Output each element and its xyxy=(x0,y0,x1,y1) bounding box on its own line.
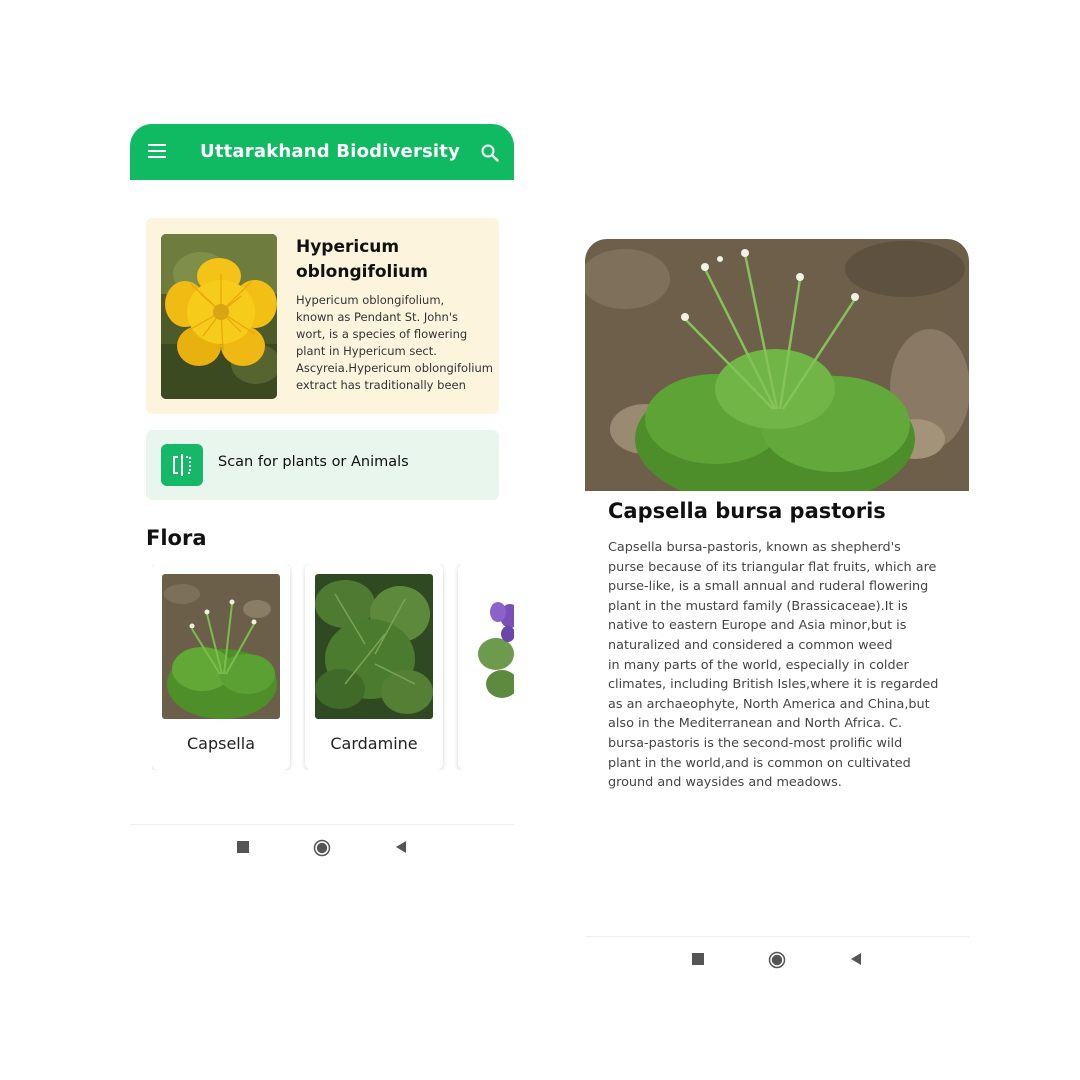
scan-icon xyxy=(161,444,203,486)
system-nav-bar xyxy=(130,824,514,870)
flora-section-title: Flora xyxy=(146,526,207,550)
detail-screen: Capsella bursa pastoris Capsella bursa-p… xyxy=(585,239,969,985)
flora-card-viola[interactable]: V xyxy=(458,564,514,770)
flora-card-capsella[interactable]: Capsella xyxy=(152,564,290,770)
capsella-photo xyxy=(162,574,280,719)
back-icon[interactable] xyxy=(393,839,409,855)
recent-apps-icon[interactable] xyxy=(235,839,251,855)
recent-apps-icon[interactable] xyxy=(690,951,706,967)
back-icon[interactable] xyxy=(848,951,864,967)
featured-species-card[interactable]: Hypericum oblongifolium Hypericum oblong… xyxy=(146,218,499,414)
app-bar: Uttarakhand Biodiversity xyxy=(130,124,514,180)
scan-button[interactable]: Scan for plants or Animals xyxy=(146,430,499,500)
search-icon[interactable] xyxy=(480,143,500,163)
species-title: Capsella bursa pastoris xyxy=(608,499,886,523)
viola-photo xyxy=(468,574,514,719)
hypericum-flower-photo xyxy=(161,234,277,399)
menu-icon[interactable] xyxy=(148,144,166,158)
home-icon[interactable] xyxy=(768,951,786,969)
scan-label: Scan for plants or Animals xyxy=(218,454,409,470)
flora-name: V xyxy=(458,734,514,753)
flora-name: Capsella xyxy=(186,734,255,753)
home-screen: Uttarakhand Biodiversity Hypericum oblon… xyxy=(130,124,514,870)
flora-card-cardamine[interactable]: Cardamine xyxy=(305,564,443,770)
home-icon[interactable] xyxy=(313,839,331,857)
species-description: Capsella bursa-pastoris, known as shephe… xyxy=(608,540,939,791)
flora-carousel[interactable]: Capsella Cardamine xyxy=(152,564,514,770)
featured-species-description: Hypericum oblongifolium, known as Pendan… xyxy=(296,293,493,392)
system-nav-bar xyxy=(585,936,969,985)
flora-name: Cardamine xyxy=(330,734,418,753)
cardamine-photo xyxy=(315,574,433,719)
featured-species-title: Hypericum oblongifolium xyxy=(296,237,428,282)
app-title: Uttarakhand Biodiversity xyxy=(200,141,461,162)
capsella-detail-photo xyxy=(585,239,969,491)
